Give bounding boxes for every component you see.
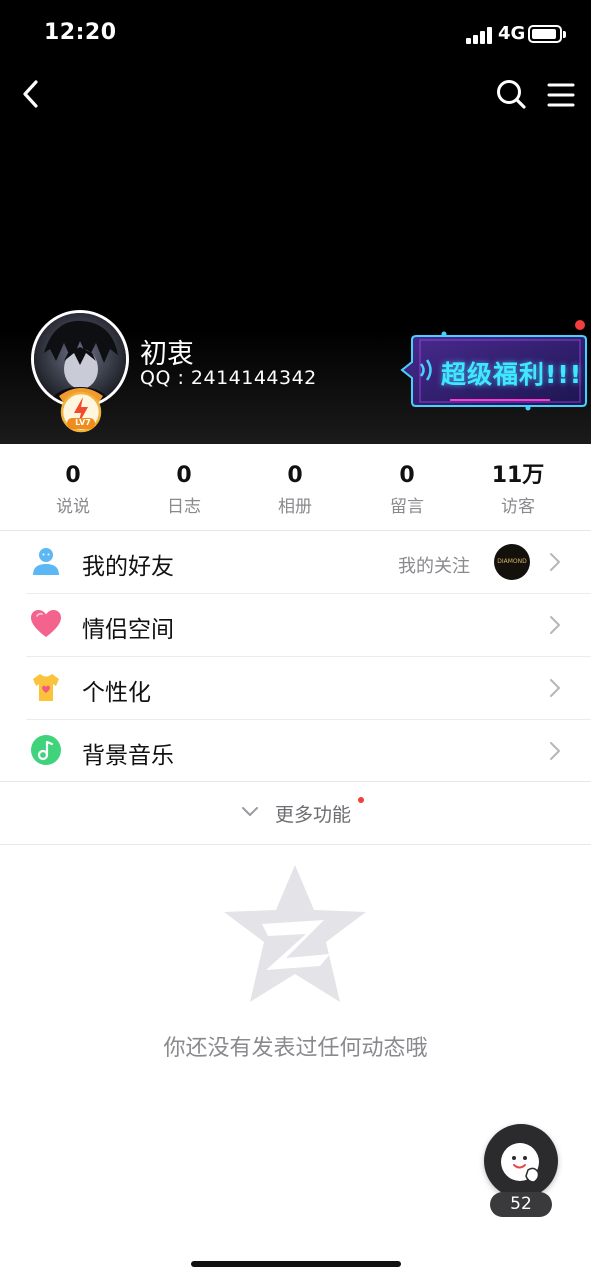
profile-qq-number: QQ : 2414144342	[140, 367, 317, 389]
battery-icon	[528, 25, 566, 43]
menu-item-couple-space[interactable]: 情侣空间	[0, 594, 591, 656]
network-type: 4G	[498, 23, 526, 44]
stat-blog[interactable]: 0 日志	[134, 462, 234, 517]
stats-bar: 0 说说 0 日志 0 相册 0 留言 11万 访客	[0, 444, 591, 530]
menu-label: 我的好友	[82, 554, 174, 580]
search-button[interactable]	[494, 76, 528, 112]
notification-dot	[358, 797, 364, 803]
menu-label: 情侣空间	[82, 617, 174, 643]
stat-value: 0	[287, 463, 303, 488]
stat-value: 0	[399, 463, 415, 488]
menu-item-background-music[interactable]: 背景音乐	[0, 720, 591, 782]
divider	[0, 844, 591, 845]
stat-label: 留言	[390, 497, 424, 517]
menu-button[interactable]	[546, 80, 576, 110]
more-features-label: 更多功能	[275, 804, 352, 826]
promo-banner-button[interactable]: 超级福利!!!	[400, 330, 590, 414]
chevron-right-icon	[550, 679, 560, 697]
my-following-label: 我的关注	[398, 556, 470, 577]
menu-label: 个性化	[82, 680, 151, 706]
stat-shuoshuo[interactable]: 0 说说	[23, 462, 123, 517]
heart-icon	[31, 610, 61, 637]
chevron-right-icon	[550, 553, 560, 571]
stat-label: 相册	[278, 497, 312, 517]
friends-icon	[33, 548, 59, 575]
home-indicator[interactable]	[191, 1261, 401, 1267]
stat-value: 0	[176, 463, 192, 488]
stat-messages[interactable]: 0 留言	[357, 462, 457, 517]
level-badge-text: LV7	[75, 418, 91, 427]
profile-header: 12:20 4G LV7 初衷 QQ: 2414144342 超级福利!!!	[0, 0, 591, 444]
more-features-button[interactable]: 更多功能	[0, 782, 591, 844]
assistant-mascot-icon	[501, 1143, 540, 1183]
stat-value: 11万	[491, 463, 545, 488]
stat-album[interactable]: 0 相册	[245, 462, 345, 517]
empty-feed-message: 你还没有发表过任何动态哦	[163, 1036, 428, 1061]
hamburger-menu-icon	[547, 83, 575, 107]
search-icon	[497, 80, 526, 109]
chevron-right-icon	[550, 742, 560, 760]
following-avatar: DIAMOND	[494, 544, 530, 580]
qzone-star-icon	[224, 865, 366, 1002]
stat-label: 日志	[167, 497, 201, 517]
profile-avatar-button[interactable]: LV7	[31, 310, 129, 433]
signal-icon	[466, 26, 494, 44]
menu-item-friends[interactable]: 我的好友 我的关注 DIAMOND	[0, 531, 591, 593]
promo-notification-dot	[575, 320, 585, 330]
status-time: 12:20	[44, 20, 117, 45]
menu-label: 背景音乐	[82, 743, 174, 769]
chevron-right-icon	[550, 616, 560, 634]
music-note-icon	[31, 735, 61, 765]
tshirt-icon	[33, 674, 59, 701]
chevron-down-icon	[242, 807, 258, 816]
back-button[interactable]	[16, 76, 50, 112]
status-bar: 12:20 4G	[0, 0, 591, 70]
promo-text: 超级福利!!!	[441, 360, 583, 389]
chevron-left-icon	[23, 80, 38, 108]
fab-badge-count: 52	[490, 1192, 552, 1217]
profile-name: 初衷	[140, 339, 194, 370]
stat-label: 访客	[501, 497, 535, 517]
stat-value: 0	[65, 463, 81, 488]
menu-item-personalize[interactable]: 个性化	[0, 657, 591, 719]
stat-visitors[interactable]: 11万 访客	[468, 462, 568, 517]
assistant-fab-button[interactable]	[484, 1124, 558, 1198]
stat-label: 说说	[56, 497, 90, 517]
